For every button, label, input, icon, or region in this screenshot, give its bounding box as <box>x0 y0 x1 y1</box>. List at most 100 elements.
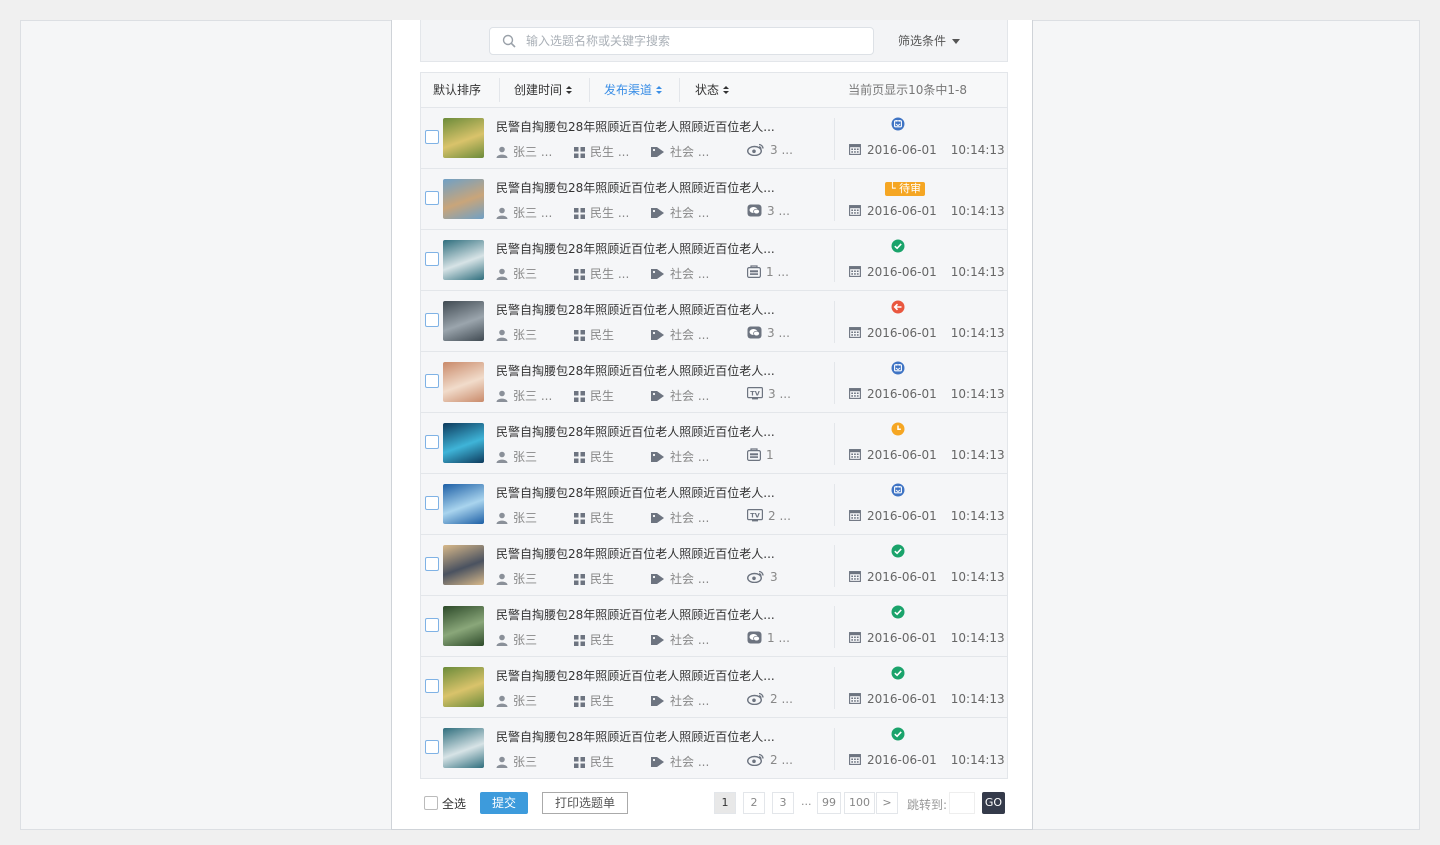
category-meta: 民生 <box>574 692 614 709</box>
row-checkbox[interactable] <box>425 191 439 205</box>
sort-status[interactable]: 状态 <box>695 73 730 107</box>
sort-default[interactable]: 默认排序 <box>433 73 481 107</box>
created-datetime: 2016-06-01 10:14:13 <box>849 143 1005 158</box>
topic-title[interactable]: 民警自掏腰包28年照顾近百位老人照顾近百位老人... <box>496 484 786 501</box>
tag-more: ... <box>697 450 710 464</box>
topic-row[interactable]: 民警自掏腰包28年照顾近百位老人照顾近百位老人... 张三 民生 社会 ... 3 … <box>420 291 1008 352</box>
row-checkbox[interactable] <box>425 252 439 266</box>
row-checkbox[interactable] <box>425 679 439 693</box>
author-name: 张三 <box>513 633 538 647</box>
topic-thumbnail <box>443 301 484 341</box>
category-grid-icon <box>574 389 590 403</box>
go-button[interactable]: GO <box>982 792 1005 814</box>
tag-name: 社会 <box>670 450 695 464</box>
wechat-icon <box>747 631 767 645</box>
topic-title[interactable]: 民警自掏腰包28年照顾近百位老人照顾近百位老人... <box>496 179 786 196</box>
topic-row[interactable]: 民警自掏腰包28年照顾近百位老人照顾近百位老人... 张三 民生 社会 ... 2 … <box>420 657 1008 718</box>
channel-more: ... <box>778 631 790 645</box>
category-name: 民生 <box>590 206 615 220</box>
created-datetime: 2016-06-01 10:14:13 <box>849 204 1005 219</box>
author-name: 张三 <box>513 450 538 464</box>
topic-title[interactable]: 民警自掏腰包28年照顾近百位老人照顾近百位老人... <box>496 240 786 257</box>
category-meta: 民生 <box>574 448 614 465</box>
select-all-checkbox[interactable] <box>424 796 438 810</box>
filter-dropdown[interactable]: 筛选条件 <box>898 32 961 49</box>
topic-title[interactable]: 民警自掏腰包28年照顾近百位老人照顾近百位老人... <box>496 606 786 623</box>
page-button-100[interactable]: 100 <box>844 792 875 814</box>
sort-default-label: 默认排序 <box>433 83 482 97</box>
channel-more: ... <box>781 753 793 767</box>
topic-title[interactable]: 民警自掏腰包28年照顾近百位老人照顾近百位老人... <box>496 301 786 318</box>
sort-bar: 默认排序 创建时间 发布渠道 状态 当前页显示10条中1-8 <box>420 72 1008 108</box>
tag-icon <box>651 328 670 342</box>
row-checkbox[interactable] <box>425 130 439 144</box>
topic-row[interactable]: 民警自掏腰包28年照顾近百位老人照顾近百位老人... 张三 民生 社会 ... 3 … <box>420 535 1008 596</box>
topic-thumbnail <box>443 179 484 219</box>
created-date: 2016-06-01 <box>867 692 937 706</box>
page-button-99[interactable]: 99 <box>817 792 841 814</box>
channel-meta: 3 ... <box>746 143 793 157</box>
tag-meta: 社会 ... <box>651 509 709 526</box>
topic-thumbnail <box>443 423 484 463</box>
row-checkbox[interactable] <box>425 557 439 571</box>
topic-title[interactable]: 民警自掏腰包28年照顾近百位老人照顾近百位老人... <box>496 118 786 135</box>
topic-title[interactable]: 民警自掏腰包28年照顾近百位老人照顾近百位老人... <box>496 545 786 562</box>
divider <box>834 362 835 404</box>
topic-row[interactable]: 民警自掏腰包28年照顾近百位老人照顾近百位老人... 张三 民生 ... 社会 ..… <box>420 230 1008 291</box>
search-input[interactable]: 输入选题名称或关键字搜索 <box>489 27 874 55</box>
channel-count: 1 <box>767 631 775 645</box>
category-name: 民生 <box>590 755 615 769</box>
sort-created-time[interactable]: 创建时间 <box>514 73 573 107</box>
topic-title[interactable]: 民警自掏腰包28年照顾近百位老人照顾近百位老人... <box>496 423 786 440</box>
user-icon <box>496 267 513 281</box>
topic-row[interactable]: 民警自掏腰包28年照顾近百位老人照顾近百位老人... 张三 民生 社会 ... 1 … <box>420 596 1008 657</box>
channel-meta: 3 <box>746 570 778 584</box>
sort-publish-channel[interactable]: 发布渠道 <box>604 73 663 107</box>
topic-row[interactable]: 民警自掏腰包28年照顾近百位老人照顾近百位老人... 张三 ... 民生 ... 社会… <box>420 108 1008 169</box>
channel-count: 2 <box>770 692 778 706</box>
print-topic-list-button[interactable]: 打印选题单 <box>542 792 628 814</box>
row-checkbox[interactable] <box>425 740 439 754</box>
tag-meta: 社会 ... <box>651 753 709 770</box>
topic-row[interactable]: 民警自掏腰包28年照顾近百位老人照顾近百位老人... 张三 民生 社会 ... 1 … <box>420 413 1008 474</box>
row-checkbox[interactable] <box>425 618 439 632</box>
row-checkbox[interactable] <box>425 313 439 327</box>
topic-title[interactable]: 民警自掏腰包28年照顾近百位老人照顾近百位老人... <box>496 362 786 379</box>
submit-button[interactable]: 提交 <box>480 792 528 814</box>
page-button-3[interactable]: 3 <box>772 792 794 814</box>
tag-name: 社会 <box>670 511 695 525</box>
search-bar: 输入选题名称或关键字搜索 筛选条件 <box>420 20 1008 62</box>
topic-row[interactable]: 民警自掏腰包28年照顾近百位老人照顾近百位老人... 张三 ... 民生 社会 ..… <box>420 352 1008 413</box>
page-button-1[interactable]: 1 <box>714 792 736 814</box>
jump-to-page-input[interactable] <box>949 792 975 814</box>
topic-title[interactable]: 民警自掏腰包28年照顾近百位老人照顾近百位老人... <box>496 728 786 745</box>
row-checkbox[interactable] <box>425 496 439 510</box>
calendar-icon <box>849 693 861 707</box>
user-icon <box>496 450 513 464</box>
category-grid-icon <box>574 633 590 647</box>
user-icon <box>496 694 513 708</box>
topic-thumbnail <box>443 484 484 524</box>
author-name: 张三 <box>513 694 538 708</box>
tag-icon <box>651 145 670 159</box>
next-page-button[interactable]: > <box>876 792 898 814</box>
topic-row[interactable]: 民警自掏腰包28年照顾近百位老人照顾近百位老人... 张三 民生 社会 ... TV… <box>420 474 1008 535</box>
tag-more: ... <box>697 755 710 769</box>
user-icon <box>496 511 513 525</box>
category-name: 民生 <box>590 633 615 647</box>
author-meta: 张三 <box>496 692 537 709</box>
topic-row[interactable]: 民警自掏腰包28年照顾近百位老人照顾近百位老人... 张三 民生 社会 ... 2 … <box>420 718 1008 779</box>
page-button-2[interactable]: 2 <box>743 792 765 814</box>
row-checkbox[interactable] <box>425 374 439 388</box>
author-more: ... <box>540 206 553 220</box>
topic-row[interactable]: 民警自掏腰包28年照顾近百位老人照顾近百位老人... 张三 ... 民生 ... 社会… <box>420 169 1008 230</box>
user-icon <box>496 572 513 586</box>
created-time: 10:14:13 <box>950 692 1005 706</box>
topic-title[interactable]: 民警自掏腰包28年照顾近百位老人照顾近百位老人... <box>496 667 786 684</box>
author-meta: 张三 ... <box>496 204 552 221</box>
tag-meta: 社会 ... <box>651 448 709 465</box>
svg-text:TV: TV <box>750 511 759 519</box>
row-checkbox[interactable] <box>425 435 439 449</box>
created-time: 10:14:13 <box>950 265 1005 279</box>
tag-icon <box>651 389 670 403</box>
